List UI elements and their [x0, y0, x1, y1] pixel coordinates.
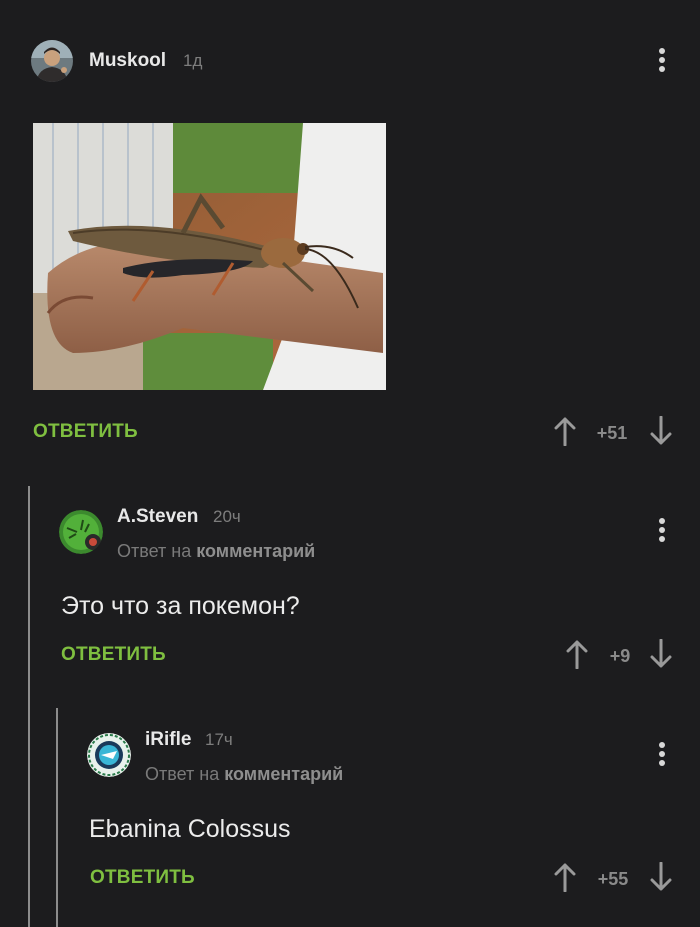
- more-vertical-icon[interactable]: [652, 515, 672, 545]
- avatar[interactable]: [31, 40, 73, 82]
- reply-to-line: Ответ на комментарий: [145, 764, 343, 785]
- reply-button[interactable]: ОТВЕТИТЬ: [61, 644, 166, 666]
- comment-author[interactable]: iRifle: [145, 729, 191, 751]
- comment-time: 17ч: [205, 730, 233, 749]
- reply-to-line: Ответ на комментарий: [117, 541, 315, 562]
- comment-time: 20ч: [213, 507, 241, 526]
- reply-button[interactable]: ОТВЕТИТЬ: [90, 867, 195, 889]
- arrow-down-icon[interactable]: [650, 639, 672, 669]
- comment-text: Ebanina Colossus: [89, 815, 291, 843]
- more-vertical-icon[interactable]: [652, 45, 672, 75]
- arrow-up-icon[interactable]: [554, 862, 576, 892]
- score-value: +55: [597, 869, 629, 889]
- comment-time: 1д: [183, 51, 203, 70]
- comment-image[interactable]: [33, 123, 386, 390]
- reply-to-prefix: Ответ на: [145, 764, 220, 784]
- reply-to-link[interactable]: комментарий: [224, 764, 343, 784]
- arrow-up-icon[interactable]: [554, 416, 576, 446]
- comment-author[interactable]: Muskool: [89, 50, 166, 72]
- arrow-down-icon[interactable]: [650, 862, 672, 892]
- arrow-down-icon[interactable]: [650, 416, 672, 446]
- avatar[interactable]: [87, 733, 131, 777]
- more-vertical-icon[interactable]: [652, 739, 672, 769]
- reply-to-link[interactable]: комментарий: [196, 541, 315, 561]
- reply-to-prefix: Ответ на: [117, 541, 192, 561]
- reply-button[interactable]: ОТВЕТИТЬ: [33, 421, 138, 443]
- user-avatar-image: [31, 40, 73, 82]
- avatar[interactable]: [59, 510, 103, 554]
- thread-line[interactable]: [56, 708, 58, 927]
- comment-text: Это что за покемон?: [61, 592, 300, 620]
- score-value: +51: [596, 423, 628, 443]
- arrow-up-icon[interactable]: [566, 639, 588, 669]
- user-avatar-image: [59, 510, 103, 554]
- grasshopper-photo: [33, 123, 386, 390]
- comment-author[interactable]: A.Steven: [117, 506, 198, 528]
- score-value: +9: [609, 646, 631, 666]
- thread-line[interactable]: [28, 486, 30, 927]
- user-avatar-image: [87, 733, 131, 777]
